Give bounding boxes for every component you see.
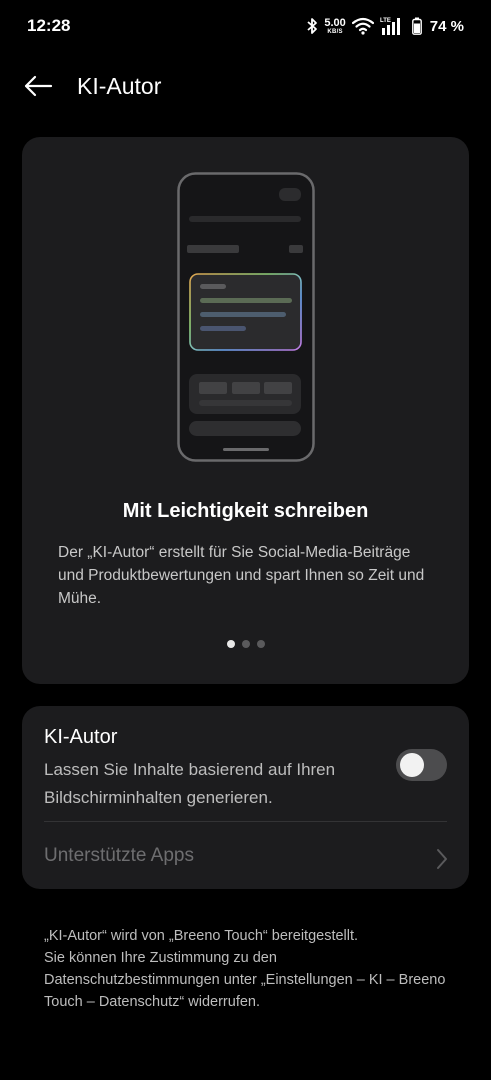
ki-autor-toggle[interactable] bbox=[396, 749, 447, 781]
privacy-note: „KI-Autor“ wird von „Breeno Touch“ berei… bbox=[44, 925, 454, 1013]
page-dot-3 bbox=[256, 640, 265, 648]
net-speed: 5.00 KB/S bbox=[324, 16, 346, 35]
status-time: 12:28 bbox=[27, 16, 71, 35]
wifi-icon bbox=[351, 17, 374, 35]
feature-intro-card[interactable]: Mit Leichtigkeit schreiben Der „KI-Autor… bbox=[22, 137, 469, 684]
page-indicator bbox=[22, 640, 469, 648]
signal-icon: LTE bbox=[380, 16, 406, 36]
chevron-right-icon bbox=[437, 849, 447, 869]
battery-percent: 74 % bbox=[429, 17, 464, 35]
supported-apps-label: Unterstützte Apps bbox=[44, 845, 194, 866]
setting-description: Lassen Sie Inhalte basierend auf Ihren B… bbox=[44, 760, 336, 807]
supported-apps-row[interactable]: Unterstützte Apps bbox=[22, 822, 469, 889]
phone-illustration bbox=[177, 172, 315, 462]
privacy-note-line-1: „KI-Autor“ wird von „Breeno Touch“ berei… bbox=[44, 928, 359, 944]
setting-title: KI-Autor bbox=[44, 726, 118, 748]
back-button[interactable] bbox=[18, 68, 58, 104]
app-bar: KI-Autor bbox=[0, 58, 491, 114]
hero-title: Mit Leichtigkeit schreiben bbox=[122, 500, 369, 522]
arrow-left-icon bbox=[24, 75, 53, 97]
svg-text:LTE: LTE bbox=[380, 18, 391, 24]
hero-description: Der „KI-Autor“ erstellt für Sie Social-M… bbox=[58, 544, 425, 607]
net-speed-unit: KB/S bbox=[327, 28, 343, 35]
page-title: KI-Autor bbox=[77, 73, 162, 99]
settings-card: KI-Autor Lassen Sie Inhalte basierend au… bbox=[22, 706, 469, 889]
page-dot-2 bbox=[241, 640, 250, 648]
page-dot-1 bbox=[226, 640, 235, 648]
status-icons: 5.00 KB/S LTE 74 % bbox=[306, 14, 464, 38]
privacy-note-line-2: Sie können Ihre Zustimmung zu den Datens… bbox=[44, 950, 446, 1010]
status-bar: 12:28 5.00 KB/S LTE 74 % bbox=[0, 0, 491, 54]
net-speed-value: 5.00 bbox=[324, 16, 346, 29]
battery-icon bbox=[411, 17, 422, 35]
bluetooth-icon bbox=[306, 17, 318, 35]
toggle-knob bbox=[400, 753, 424, 777]
